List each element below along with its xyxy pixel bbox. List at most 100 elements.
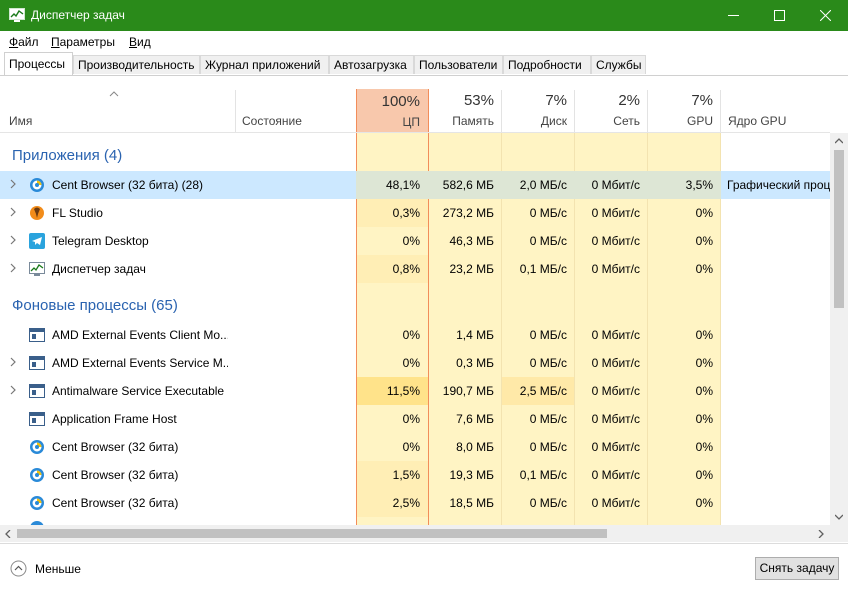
process-row[interactable]: Application Frame Host 0% 7,6 МБ 0 МБ/с 0 Мб… — [0, 405, 830, 433]
memory-value: 1,4 МБ — [456, 328, 494, 342]
tab-performance[interactable]: Производительность — [73, 55, 200, 74]
tab-processes[interactable]: Процессы — [4, 52, 73, 75]
gpu-value: 0% — [695, 206, 713, 220]
network-value: 0 Мбит/с — [591, 440, 640, 454]
scroll-left-icon[interactable] — [5, 530, 11, 538]
memory-value: 7,6 МБ — [456, 412, 494, 426]
disk-value: 0 МБ/с — [529, 328, 567, 342]
expand-chevron-icon[interactable] — [9, 179, 17, 189]
minimize-icon — [727, 15, 739, 16]
vertical-scrollbar[interactable] — [830, 133, 848, 525]
process-name: AMD External Events Client Mo... — [52, 328, 228, 342]
horizontal-scrollbar[interactable] — [0, 525, 830, 542]
service-window-icon — [29, 411, 45, 427]
col-gpu-header[interactable]: 7% GPU — [648, 88, 721, 132]
col-name-header[interactable]: Имя — [0, 88, 235, 132]
minimize-button[interactable] — [710, 0, 756, 31]
close-button[interactable] — [802, 0, 848, 31]
cent-browser-icon — [29, 439, 45, 455]
memory-value: 8,0 МБ — [456, 440, 494, 454]
disk-value: 0 МБ/с — [529, 496, 567, 510]
process-row[interactable]: Antimalware Service Executable 11,5% 190,7… — [0, 377, 830, 405]
menu-options[interactable]: Параметры — [51, 35, 115, 49]
gpu-value: 0% — [695, 234, 713, 248]
disk-value: 0,1 МБ/с — [519, 262, 567, 276]
group-background-heading[interactable]: Фоновые процессы (65) — [12, 297, 178, 314]
process-row[interactable]: AMD External Events Client Mo... 0% 1,4 МБ… — [0, 321, 830, 349]
scroll-corner — [830, 525, 848, 542]
expand-chevron-icon[interactable] — [9, 357, 17, 367]
fewer-details-icon[interactable] — [10, 560, 27, 577]
process-name: Telegram Desktop — [52, 234, 149, 248]
scroll-up-icon[interactable] — [835, 138, 843, 144]
process-row[interactable]: Cent Browser (32 бита) 2,5% 18,5 МБ 0 МБ/с 0… — [0, 489, 830, 517]
process-name: Application Frame Host — [52, 412, 177, 426]
expand-chevron-icon[interactable] — [9, 207, 17, 217]
disk-value: 2,5 МБ/с — [519, 384, 567, 398]
horizontal-scroll-thumb[interactable] — [17, 529, 607, 538]
end-task-button[interactable]: Снять задачу — [755, 557, 839, 580]
cpu-value: 0,8% — [392, 262, 420, 276]
cpu-value: 0% — [402, 328, 420, 342]
cpu-value: 2,5% — [392, 496, 420, 510]
process-row[interactable]: Диспетчер задач 0,8% 23,2 МБ 0,1 МБ/с 0 Мбит… — [0, 255, 830, 283]
cpu-value: 0% — [402, 234, 420, 248]
memory-value: 582,6 МБ — [442, 178, 494, 192]
process-row[interactable]: AMD External Events Service M... 0% 0,3 МБ… — [0, 349, 830, 377]
service-window-icon — [29, 327, 45, 343]
network-value: 0 Мбит/с — [591, 234, 640, 248]
fewer-details-link[interactable]: Меньше — [35, 562, 81, 576]
cpu-value: 0% — [402, 356, 420, 370]
memory-value: 23,2 МБ — [449, 262, 494, 276]
tab-services[interactable]: Службы — [591, 55, 646, 74]
expand-chevron-icon[interactable] — [9, 263, 17, 273]
tab-app-history[interactable]: Журнал приложений — [200, 55, 329, 74]
task-manager-icon — [9, 8, 25, 22]
disk-value: 0 МБ/с — [529, 234, 567, 248]
service-window-icon — [29, 355, 45, 371]
process-row[interactable]: Cent Browser (32 бита) 1,5% 19,3 МБ 0,1 МБ/… — [0, 461, 830, 489]
menu-bar: Файл Параметры Вид — [0, 31, 848, 52]
tab-strip: Процессы Производительность Журнал прило… — [0, 52, 848, 76]
disk-value: 0 МБ/с — [529, 440, 567, 454]
cpu-value: 0,3% — [392, 206, 420, 220]
memory-value: 273,2 МБ — [442, 206, 494, 220]
process-row[interactable]: Telegram Desktop 0% 46,3 МБ 0 МБ/с 0 Мбит/с 0… — [0, 227, 830, 255]
cpu-value: 0% — [402, 440, 420, 454]
col-network-header[interactable]: 2% Сеть — [575, 88, 648, 132]
tab-users[interactable]: Пользователи — [414, 55, 503, 74]
col-memory-header[interactable]: 53% Память — [429, 88, 502, 132]
network-value: 0 Мбит/с — [591, 206, 640, 220]
cent-browser-icon — [29, 495, 45, 511]
disk-value: 0 МБ/с — [529, 206, 567, 220]
cent-browser-icon — [29, 177, 45, 193]
vertical-scroll-thumb[interactable] — [834, 150, 844, 308]
col-gpu-engine-header[interactable]: Ядро GPU — [721, 88, 830, 132]
col-status-header[interactable]: Состояние — [236, 88, 356, 132]
gpu-value: 0% — [695, 468, 713, 482]
memory-value: 19,3 МБ — [449, 468, 494, 482]
process-row[interactable]: Cent Browser (32 бита) 0% 8,0 МБ 0 МБ/с 0 Мб… — [0, 433, 830, 461]
expand-chevron-icon[interactable] — [9, 385, 17, 395]
tab-startup[interactable]: Автозагрузка — [329, 55, 414, 74]
process-name: Диспетчер задач — [52, 262, 146, 276]
maximize-icon — [773, 10, 785, 21]
memory-value: 46,3 МБ — [449, 234, 494, 248]
tab-details[interactable]: Подробности — [503, 55, 591, 74]
col-cpu-header[interactable]: 100% ЦП — [356, 89, 429, 132]
disk-value: 0 МБ/с — [529, 412, 567, 426]
expand-chevron-icon[interactable] — [9, 235, 17, 245]
menu-file[interactable]: Файл — [9, 35, 39, 49]
scroll-right-icon[interactable] — [818, 530, 824, 538]
gpu-value: 0% — [695, 412, 713, 426]
maximize-button[interactable] — [756, 0, 802, 31]
gpu-value: 0% — [695, 262, 713, 276]
network-value: 0 Мбит/с — [591, 496, 640, 510]
group-apps-heading[interactable]: Приложения (4) — [12, 147, 122, 164]
process-row[interactable]: Cent Browser (32 бита) (28) 48,1% 582,6 МБ… — [0, 171, 830, 199]
scroll-down-icon[interactable] — [835, 514, 843, 520]
menu-view[interactable]: Вид — [129, 35, 151, 49]
col-disk-header[interactable]: 7% Диск — [502, 88, 575, 132]
process-row[interactable]: FL Studio 0,3% 273,2 МБ 0 МБ/с 0 Мбит/с 0% — [0, 199, 830, 227]
memory-value: 18,5 МБ — [449, 496, 494, 510]
